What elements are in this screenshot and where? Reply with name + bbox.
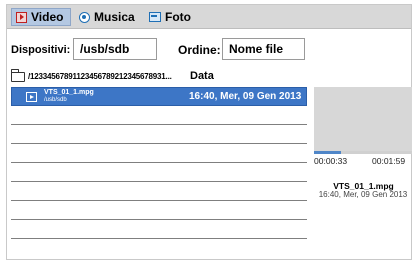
- photo-icon: [149, 12, 161, 22]
- file-row-selected[interactable]: VTS_01_1.mpg /usb/sdb 16:40, Mer, 09 Gen…: [11, 87, 307, 106]
- tab-music-label: Musica: [94, 10, 135, 24]
- media-tab-bar: Video Musica Foto: [7, 5, 411, 29]
- empty-list-row: [11, 182, 307, 201]
- path-text: /12334567891123456789212345678931...: [28, 71, 172, 81]
- empty-list-row: [11, 125, 307, 144]
- current-time: 00:00:33: [314, 156, 348, 166]
- total-time: 00:01:59: [372, 156, 406, 166]
- video-icon: [16, 11, 27, 23]
- playback-progress-bar[interactable]: [314, 151, 412, 154]
- play-icon: [26, 92, 37, 102]
- video-preview: [314, 87, 412, 151]
- empty-list-row: [11, 163, 307, 182]
- music-icon: [79, 11, 90, 23]
- file-name: VTS_01_1.mpg: [44, 89, 94, 96]
- empty-list-row: [11, 106, 307, 125]
- file-list: VTS_01_1.mpg /usb/sdb 16:40, Mer, 09 Gen…: [11, 87, 307, 239]
- media-browser-window: Video Musica Foto Dispositivi: /usb/sdb …: [6, 4, 412, 260]
- device-selector[interactable]: /usb/sdb: [73, 38, 157, 60]
- folder-icon: [11, 69, 25, 82]
- tab-photo[interactable]: Foto: [145, 8, 203, 26]
- empty-list-row: [11, 201, 307, 220]
- date-column-header: Data: [190, 70, 214, 82]
- preview-file-date: 16:40, Mer, 09 Gen 2013: [318, 190, 408, 199]
- tab-video[interactable]: Video: [11, 8, 71, 26]
- tab-music[interactable]: Musica: [75, 8, 143, 26]
- order-label: Ordine:: [178, 43, 221, 57]
- file-date: 16:40, Mer, 09 Gen 2013: [189, 91, 302, 102]
- tab-photo-label: Foto: [165, 10, 191, 24]
- file-location: /usb/sdb: [44, 97, 67, 103]
- current-path[interactable]: /12334567891123456789212345678931...: [11, 68, 172, 84]
- order-selector[interactable]: Nome file: [222, 38, 305, 60]
- empty-list-row: [11, 144, 307, 163]
- playback-progress-fill: [314, 151, 342, 154]
- device-label: Dispositivi:: [11, 44, 71, 56]
- empty-list-row: [11, 220, 307, 239]
- tab-video-label: Video: [31, 10, 64, 24]
